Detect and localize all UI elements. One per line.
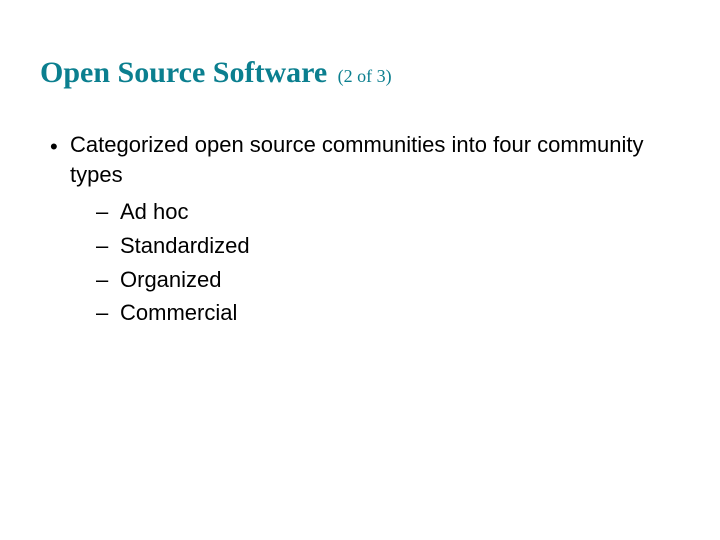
dash-icon: – — [96, 231, 120, 261]
bullet-marker: • — [50, 130, 70, 162]
list-item-label: Organized — [120, 265, 222, 295]
bullet-text: Categorized open source communities into… — [70, 130, 680, 189]
title-page-indicator: (2 of 3) — [338, 66, 392, 86]
list-item: – Ad hoc — [96, 197, 680, 227]
dash-icon: – — [96, 298, 120, 328]
title-main: Open Source Software — [40, 56, 327, 89]
list-item: – Standardized — [96, 231, 680, 261]
sub-list: – Ad hoc – Standardized – Organized – Co… — [50, 193, 680, 328]
slide-title: Open Source Software (2 of 3) — [40, 56, 680, 90]
slide-body: • Categorized open source communities in… — [40, 130, 680, 328]
list-item: – Organized — [96, 265, 680, 295]
list-item-label: Ad hoc — [120, 197, 189, 227]
list-item-label: Standardized — [120, 231, 250, 261]
dash-icon: – — [96, 265, 120, 295]
list-item-label: Commercial — [120, 298, 237, 328]
slide: Open Source Software (2 of 3) • Categori… — [0, 0, 720, 540]
dash-icon: – — [96, 197, 120, 227]
list-item: – Commercial — [96, 298, 680, 328]
bullet-item: • Categorized open source communities in… — [50, 130, 680, 189]
